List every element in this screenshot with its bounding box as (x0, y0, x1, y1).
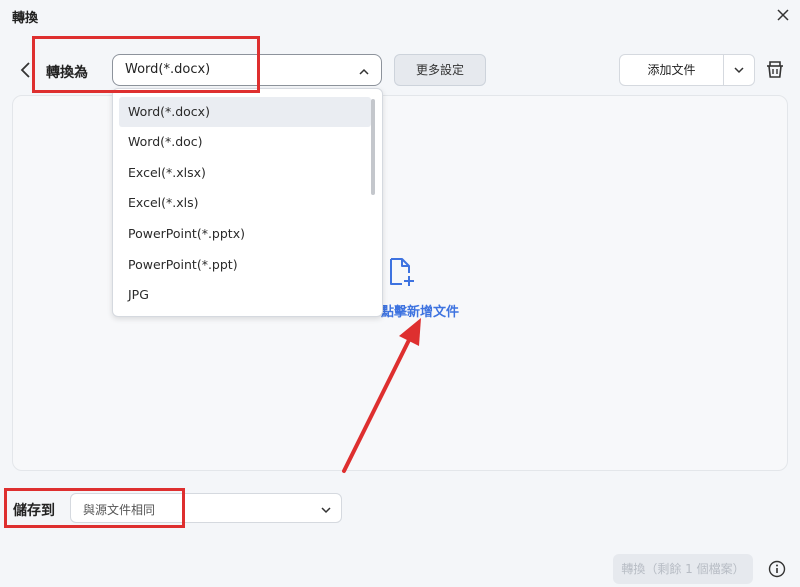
click-to-add-file-link[interactable]: 點擊新增文件 (381, 301, 459, 320)
add-file-dropdown-button[interactable] (724, 55, 754, 85)
close-icon[interactable] (774, 6, 792, 24)
add-file-button[interactable]: 添加文件 (620, 55, 723, 85)
format-select-value: Word(*.docx) (125, 62, 211, 77)
add-document-icon[interactable] (385, 256, 417, 288)
convert-to-label: 轉換為 (46, 65, 88, 81)
format-option-word-doc[interactable]: Word(*.doc) (119, 127, 371, 157)
format-select[interactable]: Word(*.docx) (112, 54, 382, 86)
chevron-down-icon (319, 502, 333, 516)
convert-button[interactable]: 轉換（剩餘 1 個檔案） (613, 554, 753, 584)
save-location-value: 與源文件相同 (83, 503, 156, 517)
chevron-up-icon (357, 64, 371, 78)
format-dropdown-menu: Word(*.docx) Word(*.doc) Excel(*.xlsx) E… (112, 88, 383, 317)
format-option-word-docx[interactable]: Word(*.docx) (119, 97, 371, 127)
window-title: 轉換 (12, 11, 39, 26)
chevron-down-icon (734, 67, 744, 74)
info-icon[interactable] (768, 560, 786, 578)
format-option-excel-xls[interactable]: Excel(*.xls) (119, 188, 371, 218)
save-location-select[interactable]: 與源文件相同 (70, 493, 342, 523)
add-file-group: 添加文件 (619, 54, 755, 86)
title-bar: 轉換 (0, 0, 800, 32)
trash-icon[interactable] (764, 58, 786, 80)
format-option-powerpoint-ppt[interactable]: PowerPoint(*.ppt) (119, 250, 371, 280)
format-option-excel-xlsx[interactable]: Excel(*.xlsx) (119, 158, 371, 188)
format-option-powerpoint-pptx[interactable]: PowerPoint(*.pptx) (119, 219, 371, 249)
dropdown-scrollbar[interactable] (371, 99, 375, 195)
back-arrow-icon[interactable] (18, 60, 34, 80)
format-option-jpg[interactable]: JPG (119, 280, 371, 310)
save-to-label: 儲存到 (13, 503, 55, 519)
more-settings-button[interactable]: 更多設定 (394, 54, 486, 86)
